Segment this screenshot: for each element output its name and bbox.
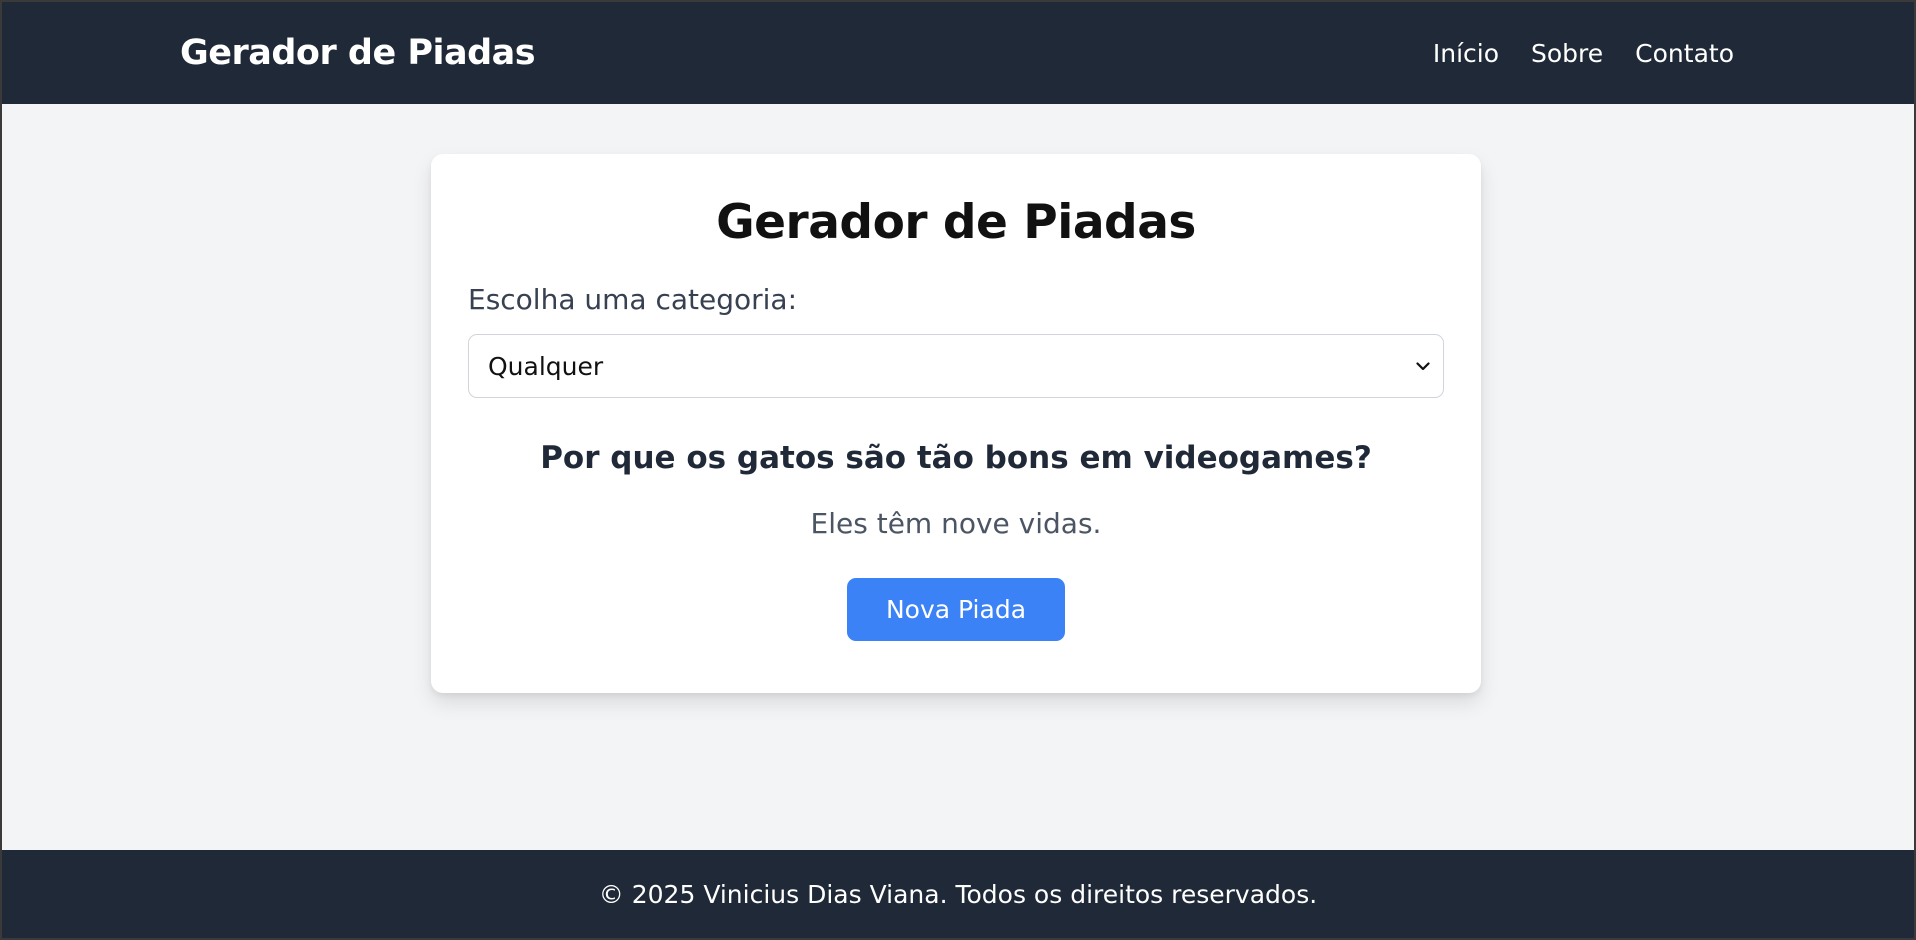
- main-content: Gerador de Piadas Escolha uma categoria:…: [2, 104, 1914, 850]
- category-label: Escolha uma categoria:: [468, 283, 798, 316]
- footer-copyright: © 2025 Vinicius Dias Viana. Todos os dir…: [598, 879, 1318, 909]
- browser-viewport: Gerador de Piadas Início Sobre Contato G…: [2, 2, 1914, 938]
- new-joke-button[interactable]: Nova Piada: [847, 578, 1065, 641]
- joke-punchline: Eles têm nove vidas.: [810, 507, 1102, 540]
- page-footer: © 2025 Vinicius Dias Viana. Todos os dir…: [2, 850, 1914, 938]
- category-select[interactable]: Qualquer: [468, 334, 1444, 398]
- nav-link-contato[interactable]: Contato: [1635, 39, 1734, 68]
- nav-link-inicio[interactable]: Início: [1433, 39, 1499, 68]
- nav-links: Início Sobre Contato: [1433, 39, 1734, 68]
- category-select-value: Qualquer: [488, 351, 604, 381]
- top-navbar: Gerador de Piadas Início Sobre Contato: [2, 2, 1914, 104]
- brand-title[interactable]: Gerador de Piadas: [180, 33, 536, 73]
- joke-setup: Por que os gatos são tão bons em videoga…: [540, 440, 1372, 476]
- nav-link-sobre[interactable]: Sobre: [1531, 39, 1603, 68]
- chevron-down-icon: [1413, 356, 1433, 376]
- joke-card: Gerador de Piadas Escolha uma categoria:…: [431, 154, 1481, 693]
- button-row: Nova Piada: [468, 578, 1444, 641]
- card-title: Gerador de Piadas: [716, 195, 1196, 250]
